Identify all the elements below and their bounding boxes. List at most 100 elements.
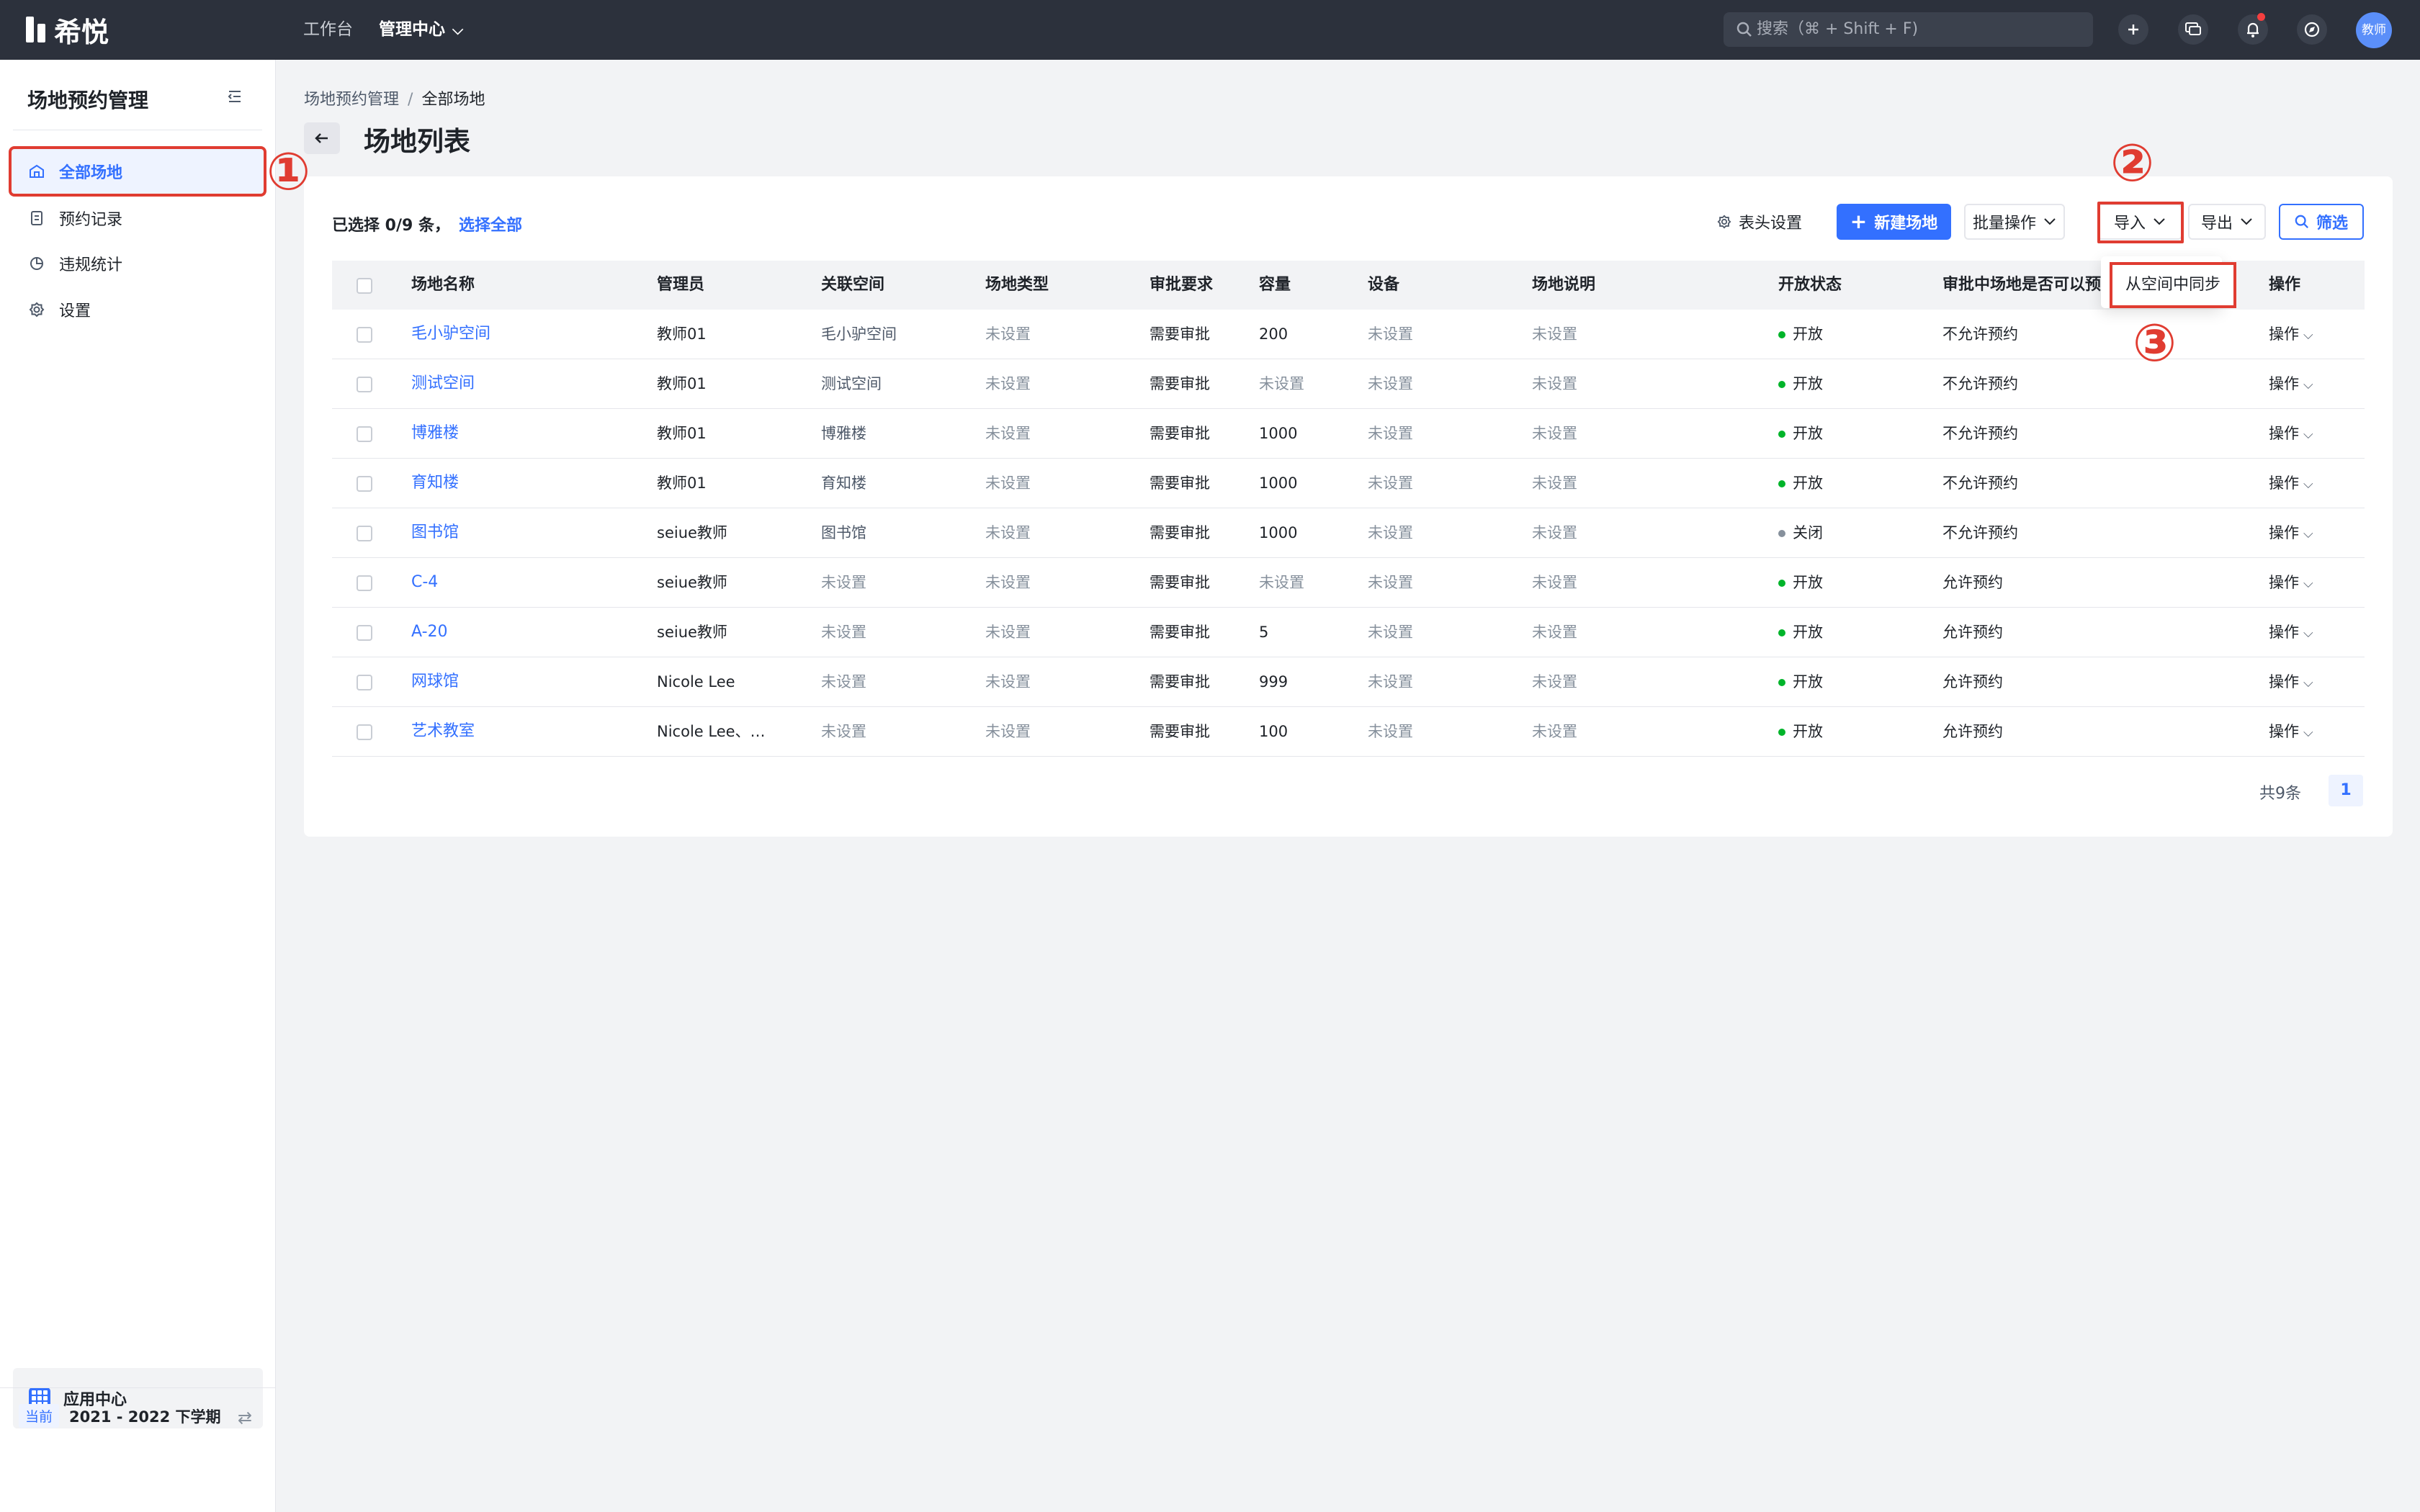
cell-approval: 需要审批 xyxy=(1150,524,1210,541)
compass-icon[interactable] xyxy=(2297,14,2327,45)
row-actions-dropdown[interactable]: 操作 ⌵ xyxy=(2269,310,2313,359)
search-input[interactable]: 搜索（⌘ + Shift + F) xyxy=(1724,12,2093,47)
venue-name-link[interactable]: A-20 xyxy=(411,608,448,657)
status-dot xyxy=(1778,480,1785,487)
annotation-number-1: ① xyxy=(266,141,310,202)
cell-type: 未设置 xyxy=(985,673,1031,690)
venue-name-link[interactable]: 育知楼 xyxy=(411,459,459,508)
annotation-number-2: ② xyxy=(2110,132,2154,193)
row-actions-dropdown[interactable]: 操作 ⌵ xyxy=(2269,409,2313,458)
row-actions-dropdown[interactable]: 操作 ⌵ xyxy=(2269,608,2313,657)
venue-name-link[interactable]: 博雅楼 xyxy=(411,409,459,458)
cell-space: 图书馆 xyxy=(821,524,866,541)
row-checkbox[interactable] xyxy=(357,575,372,591)
row-actions-dropdown[interactable]: 操作 ⌵ xyxy=(2269,359,2313,408)
column-header[interactable]: 管理员 xyxy=(657,261,704,310)
bell-icon[interactable] xyxy=(2238,13,2268,45)
chevron-down-icon: ⌵ xyxy=(2303,725,2313,740)
cell-equipment: 未设置 xyxy=(1368,574,1413,591)
status-dot xyxy=(1778,729,1785,736)
import-menu-item-sync-from-space[interactable]: 从空间中同步 xyxy=(2110,262,2236,308)
selection-info: 已选择 0/9 条， 选择全部 xyxy=(332,212,522,235)
row-actions-dropdown[interactable]: 操作 ⌵ xyxy=(2269,459,2313,508)
export-dropdown[interactable]: 导出 xyxy=(2188,204,2266,240)
switch-icon[interactable]: ⇄ xyxy=(238,1408,252,1428)
cell-status: 开放 xyxy=(1778,657,1823,706)
sidebar-item-settings[interactable]: 设置 xyxy=(12,287,264,332)
chevron-down-icon: ⌵ xyxy=(2303,427,2313,442)
page-title: 场地列表 xyxy=(364,126,470,157)
sidebar-item-label: 预约记录 xyxy=(59,211,123,229)
sidebar-item-all-venues[interactable]: 全部场地 xyxy=(9,146,266,197)
column-header[interactable]: 设备 xyxy=(1368,261,1399,310)
cell-approval: 需要审批 xyxy=(1150,474,1210,492)
sidebar-item-reservations[interactable]: 预约记录 xyxy=(12,196,264,240)
cell-status: 开放 xyxy=(1778,359,1823,408)
row-actions-label: 操作 xyxy=(2269,524,2299,541)
nav-admin-center[interactable]: 管理中心 ⌵ xyxy=(379,0,463,60)
row-checkbox[interactable] xyxy=(357,625,372,641)
new-venue-button[interactable]: + 新建场地 xyxy=(1837,204,1951,240)
nav-workbench[interactable]: 工作台 xyxy=(303,0,353,60)
building-icon xyxy=(29,163,45,179)
row-checkbox[interactable] xyxy=(357,675,372,690)
chevron-down-icon xyxy=(2044,218,2056,225)
cell-type: 未设置 xyxy=(985,723,1031,740)
cell-description: 未设置 xyxy=(1532,425,1577,442)
row-checkbox[interactable] xyxy=(357,724,372,740)
row-checkbox[interactable] xyxy=(357,327,372,343)
row-actions-label: 操作 xyxy=(2269,325,2299,343)
column-header[interactable]: 容量 xyxy=(1259,261,1291,310)
select-all-link[interactable]: 选择全部 xyxy=(459,217,522,235)
cell-equipment: 未设置 xyxy=(1368,474,1413,492)
column-header[interactable]: 场地说明 xyxy=(1532,261,1595,310)
status-label: 开放 xyxy=(1793,624,1823,641)
row-actions-dropdown[interactable]: 操作 ⌵ xyxy=(2269,508,2313,557)
search-icon xyxy=(1736,22,1752,37)
cell-space: 未设置 xyxy=(821,574,866,591)
pagination-page[interactable]: 1 xyxy=(2329,775,2363,806)
venue-name-link[interactable]: 图书馆 xyxy=(411,508,459,557)
cell-pending-reservation: 允许预约 xyxy=(1942,723,2003,740)
column-header[interactable]: 关联空间 xyxy=(821,261,884,310)
select-all-checkbox[interactable] xyxy=(357,278,372,294)
cell-description: 未设置 xyxy=(1532,524,1577,541)
column-settings-button[interactable]: 表头设置 xyxy=(1713,204,1806,240)
venue-name-link[interactable]: 毛小驴空间 xyxy=(411,310,490,359)
column-header[interactable]: 开放状态 xyxy=(1778,261,1842,310)
filter-button[interactable]: 筛选 xyxy=(2279,204,2364,240)
column-header[interactable]: 审批中场地是否可以预约 xyxy=(1942,261,2108,310)
cell-pending-reservation: 不允许预约 xyxy=(1942,325,2018,343)
row-actions-dropdown[interactable]: 操作 ⌵ xyxy=(2269,657,2313,706)
column-header[interactable]: 审批要求 xyxy=(1150,261,1213,310)
chevron-down-icon: ⌵ xyxy=(2303,675,2313,690)
sidebar-title: 场地预约管理 xyxy=(27,89,149,112)
cell-admin: 教师01 xyxy=(657,474,707,492)
row-actions-dropdown[interactable]: 操作 ⌵ xyxy=(2269,558,2313,607)
cell-pending-reservation: 允许预约 xyxy=(1942,624,2003,641)
venue-name-link[interactable]: 网球馆 xyxy=(411,657,459,706)
column-header[interactable]: 场地类型 xyxy=(985,261,1049,310)
batch-operations-dropdown[interactable]: 批量操作 xyxy=(1964,204,2065,240)
chevron-down-icon: ⌵ xyxy=(2303,477,2313,492)
row-actions-dropdown[interactable]: 操作 ⌵ xyxy=(2269,707,2313,756)
logo[interactable]: 希悦 xyxy=(26,13,109,48)
collapse-sidebar-icon[interactable] xyxy=(226,89,243,107)
venue-name-link[interactable]: 艺术教室 xyxy=(411,707,475,756)
avatar[interactable]: 教师 xyxy=(2356,12,2392,48)
breadcrumb-item[interactable]: 场地预约管理 xyxy=(304,91,399,109)
row-checkbox[interactable] xyxy=(357,426,372,442)
sidebar-item-violations[interactable]: 违规统计 xyxy=(12,241,264,286)
cell-space: 测试空间 xyxy=(821,375,882,392)
column-header[interactable]: 场地名称 xyxy=(411,261,475,310)
cell-approval: 需要审批 xyxy=(1150,673,1210,690)
logo-text: 希悦 xyxy=(54,16,109,48)
add-icon[interactable] xyxy=(2118,14,2148,45)
row-checkbox[interactable] xyxy=(357,476,372,492)
message-icon[interactable] xyxy=(2178,14,2208,45)
row-checkbox[interactable] xyxy=(357,377,372,392)
row-checkbox[interactable] xyxy=(357,526,372,541)
cell-description: 未设置 xyxy=(1532,574,1577,591)
venue-name-link[interactable]: C-4 xyxy=(411,558,438,607)
venue-name-link[interactable]: 测试空间 xyxy=(411,359,475,408)
